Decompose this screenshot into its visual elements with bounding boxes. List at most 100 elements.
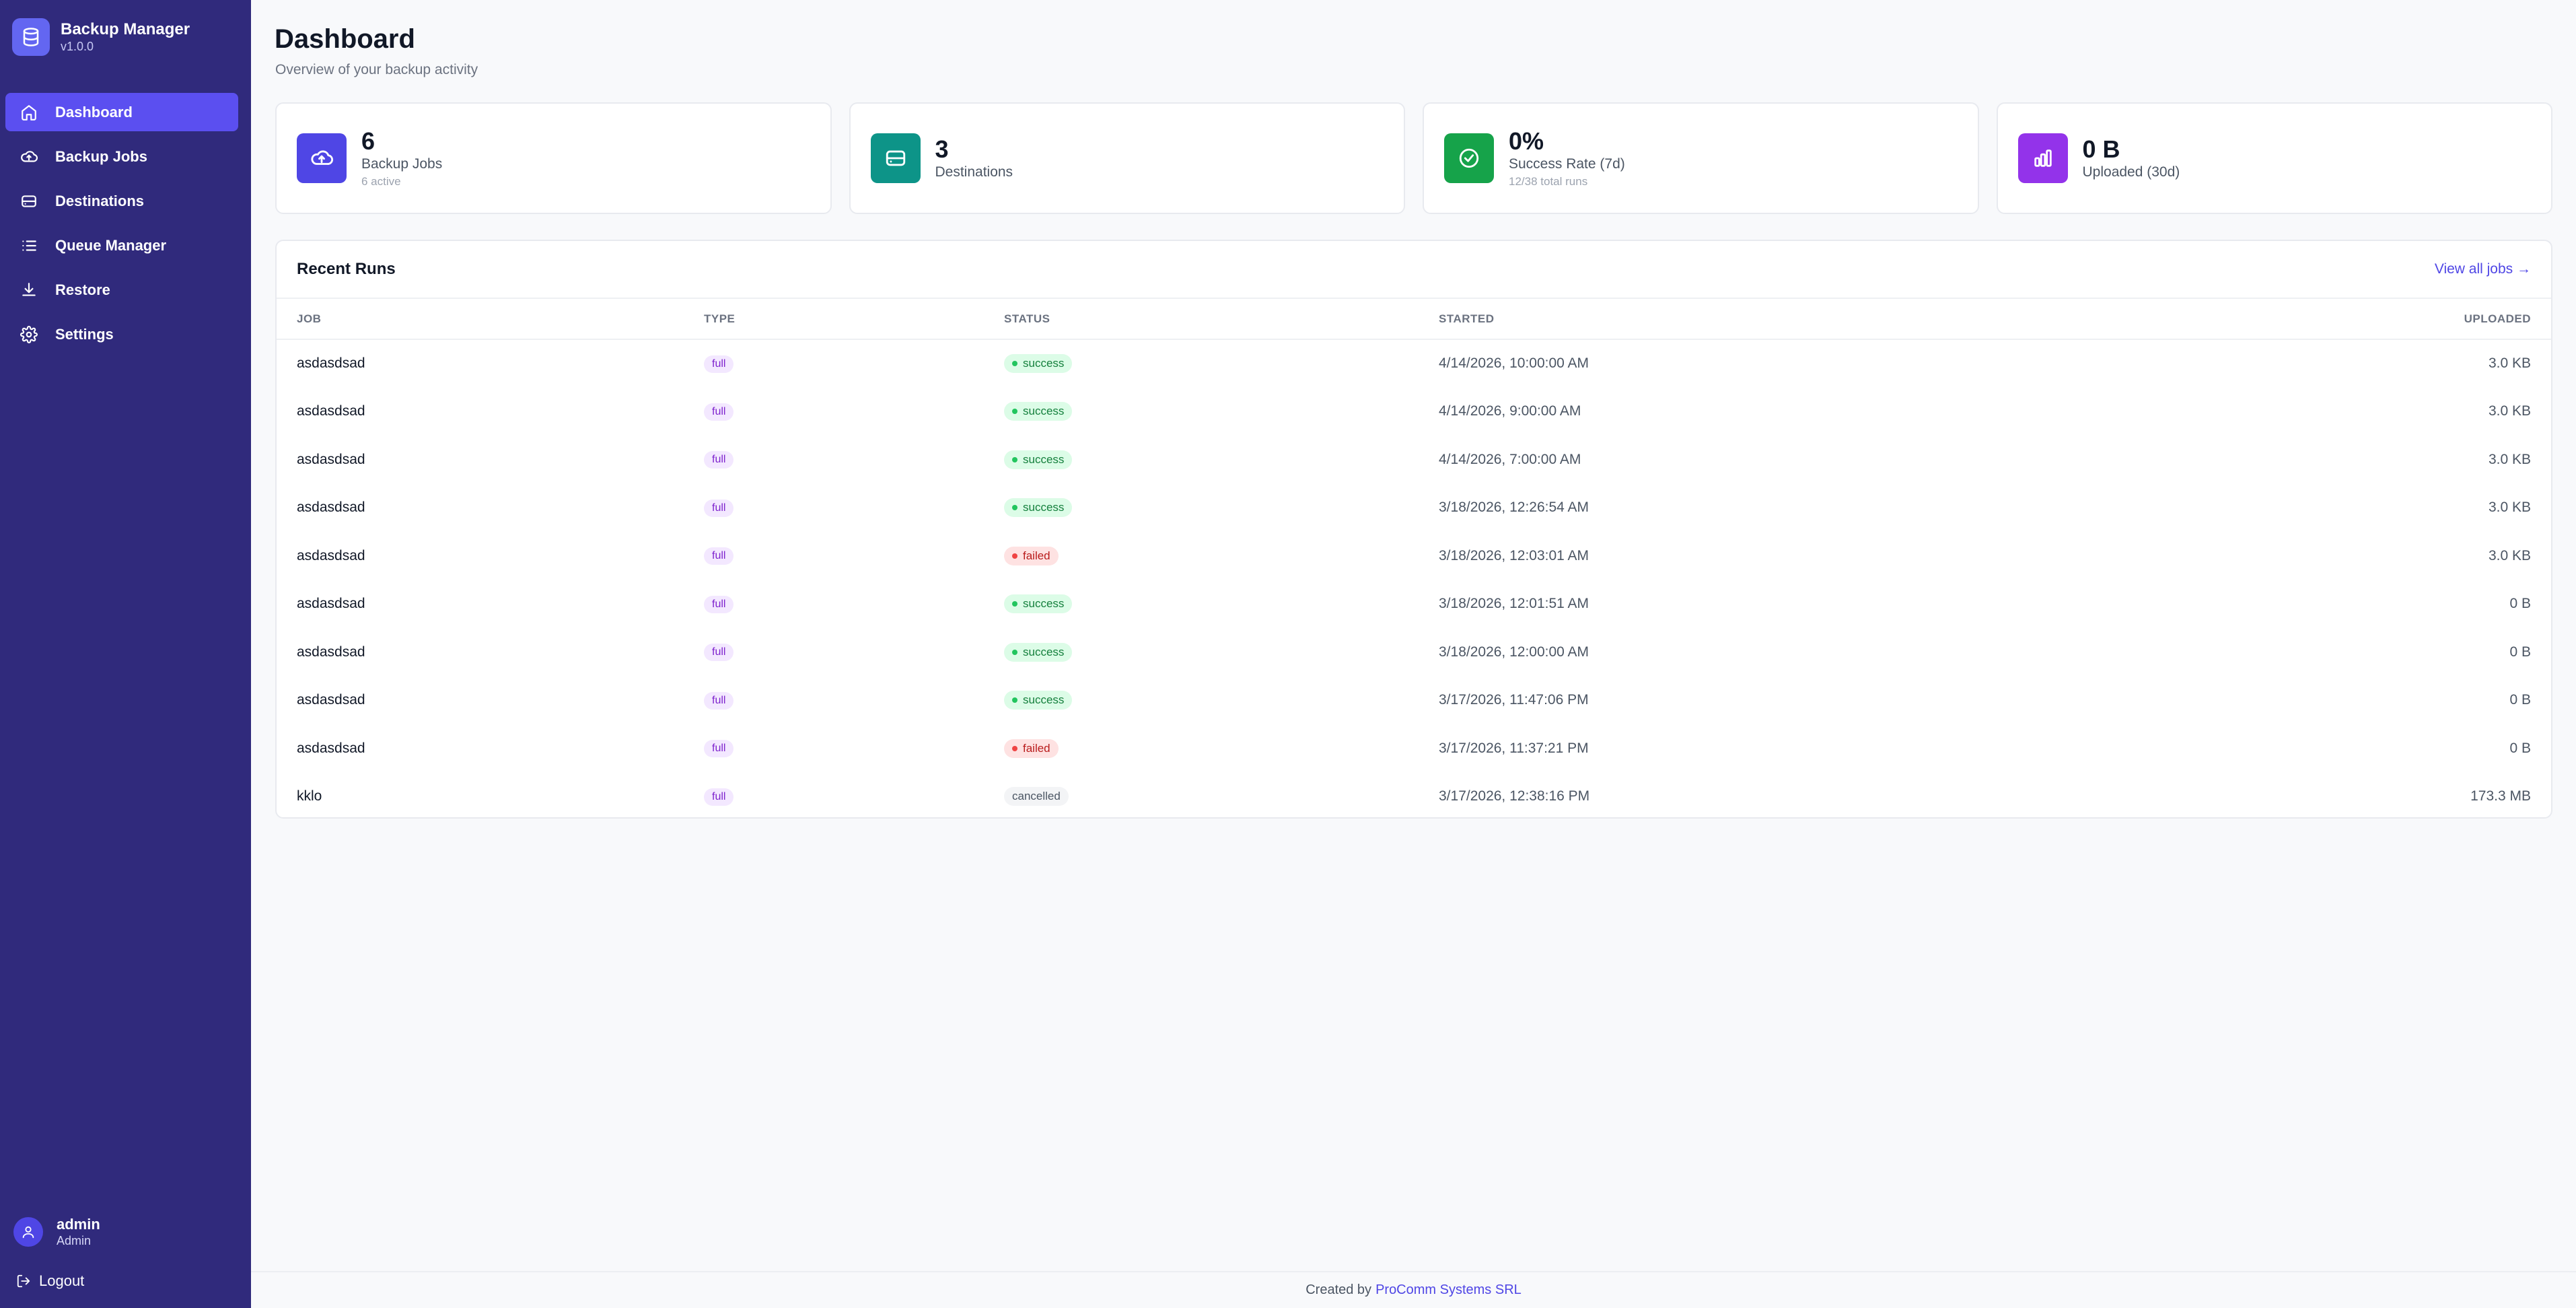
job-name[interactable]: asdasdsad (277, 339, 684, 388)
uploaded-cell: 0 B (2509, 692, 2531, 708)
status-badge: success (1004, 354, 1073, 374)
status-cell: success (984, 580, 1419, 629)
list-icon (19, 236, 39, 256)
user-profile[interactable]: admin Admin (13, 1216, 100, 1248)
recent-runs-table: JOB TYPE STATUS STARTED UPLOADED asdasds… (277, 299, 2551, 821)
database-icon (12, 18, 50, 56)
status-cell: success (984, 484, 1419, 532)
status-label: success (1023, 693, 1065, 707)
started-cell: 3/17/2026, 11:37:21 PM (1439, 740, 1589, 756)
sidebar-item-label: Queue Manager (55, 236, 167, 254)
type-badge: full (704, 355, 734, 373)
job-name[interactable]: asdasdsad (277, 677, 684, 725)
footer: Created by ProComm Systems SRL (251, 1271, 2576, 1308)
type-cell: full (684, 773, 984, 821)
logout-button[interactable]: Logout (16, 1272, 84, 1290)
status-cell: success (984, 436, 1419, 484)
status-dot-icon (1012, 456, 1017, 462)
stat-label: Success Rate (7d) (1509, 156, 1625, 172)
table-row[interactable]: asdasdsad full success 4/14/2026, 7:00:00 A… (277, 436, 2551, 484)
table-row[interactable]: asdasdsad full failed 3/17/2026, 11:37:21 P… (277, 724, 2551, 773)
logout-label: Logout (39, 1272, 85, 1289)
column-header-job[interactable]: JOB (277, 299, 684, 340)
uploaded-cell: 3.0 KB (2488, 355, 2531, 372)
table-row[interactable]: asdasdsad full success 3/18/2026, 12:01:51 … (277, 580, 2551, 629)
job-name[interactable]: kklo (277, 773, 684, 821)
cloud-upload-icon (297, 133, 347, 183)
status-dot-icon (1012, 745, 1017, 751)
column-header-started[interactable]: STARTED (1419, 299, 2145, 340)
type-badge: full (704, 788, 734, 806)
job-name[interactable]: asdasdsad (277, 388, 684, 436)
sidebar-item-queue-manager[interactable]: Queue Manager (5, 226, 238, 265)
status-cell: success (984, 628, 1419, 677)
status-dot-icon (1012, 601, 1017, 607)
type-cell: full (684, 484, 984, 532)
stat-value: 6 (361, 127, 375, 155)
stat-label: Destinations (935, 164, 1013, 180)
job-name[interactable]: asdasdsad (277, 724, 684, 773)
type-badge: full (704, 451, 734, 469)
type-cell: full (684, 339, 984, 388)
job-name[interactable]: asdasdsad (277, 484, 684, 532)
status-cell: cancelled (984, 773, 1419, 821)
job-name[interactable]: asdasdsad (277, 580, 684, 629)
status-cell: success (984, 388, 1419, 436)
table-row[interactable]: asdasdsad full success 4/14/2026, 10:00:00 … (277, 339, 2551, 388)
table-row[interactable]: asdasdsad full success 4/14/2026, 9:00:00 A… (277, 388, 2551, 436)
brand[interactable]: Backup Manager v1.0.0 (12, 18, 190, 56)
uploaded-cell: 3.0 KB (2488, 500, 2531, 516)
table-row[interactable]: asdasdsad full success 3/18/2026, 12:26:54 … (277, 484, 2551, 532)
status-label: success (1023, 645, 1065, 658)
gear-icon (19, 324, 39, 345)
stat-card-success-rate: 0% Success Rate (7d) 12/38 total runs (1423, 102, 1979, 214)
stat-card-backup-jobs: 6 Backup Jobs 6 active (275, 102, 832, 214)
page-title: Dashboard (275, 24, 415, 54)
type-badge: full (704, 403, 734, 421)
status-label: failed (1023, 741, 1050, 755)
column-header-status[interactable]: STATUS (984, 299, 1419, 340)
stat-value: 3 (935, 135, 949, 163)
table-row[interactable]: kklo full cancelled 3/17/2026, 12:38:16 PM 1… (277, 773, 2551, 821)
stat-sub: 6 active (361, 175, 401, 188)
status-label: success (1023, 357, 1065, 370)
started-cell: 3/18/2026, 12:00:00 AM (1439, 644, 1589, 660)
cloud-upload-icon (19, 147, 39, 167)
view-all-jobs-link[interactable]: View all jobs → (2435, 261, 2531, 277)
status-label: failed (1023, 549, 1050, 562)
stat-label: Backup Jobs (361, 156, 443, 172)
sidebar-item-label: Restore (55, 281, 110, 298)
type-badge: full (704, 595, 734, 613)
job-name[interactable]: asdasdsad (277, 628, 684, 677)
status-label: success (1023, 452, 1065, 466)
sidebar-item-dashboard[interactable]: Dashboard (5, 93, 238, 131)
type-cell: full (684, 388, 984, 436)
uploaded-cell: 0 B (2509, 740, 2531, 756)
started-cell: 3/17/2026, 11:47:06 PM (1439, 692, 1589, 708)
stat-value: 0% (1509, 127, 1544, 155)
sidebar-item-destinations[interactable]: Destinations (5, 182, 238, 220)
panel-title: Recent Runs (297, 260, 396, 278)
sidebar-item-backup-jobs[interactable]: Backup Jobs (5, 137, 238, 176)
column-header-uploaded[interactable]: UPLOADED (2144, 299, 2551, 340)
table-row[interactable]: asdasdsad full failed 3/18/2026, 12:03:01 A… (277, 532, 2551, 580)
table-row[interactable]: asdasdsad full success 3/17/2026, 11:47:06 … (277, 677, 2551, 725)
download-icon (19, 280, 39, 300)
status-label: success (1023, 405, 1065, 418)
status-dot-icon (1012, 409, 1017, 415)
table-row[interactable]: asdasdsad full success 3/18/2026, 12:00:00 … (277, 628, 2551, 677)
column-header-type[interactable]: TYPE (684, 299, 984, 340)
footer-link[interactable]: ProComm Systems SRL (1375, 1282, 1522, 1298)
uploaded-cell: 173.3 MB (2470, 788, 2531, 804)
footer-text: Created by (1305, 1282, 1372, 1297)
sidebar-item-label: Destinations (55, 192, 145, 209)
stat-sub: 12/38 total runs (1509, 175, 1588, 188)
started-cell: 3/17/2026, 12:38:16 PM (1439, 788, 1590, 804)
job-name[interactable]: asdasdsad (277, 436, 684, 484)
sidebar-item-settings[interactable]: Settings (5, 315, 238, 353)
sidebar-item-label: Settings (55, 325, 114, 343)
bar-chart-icon (2017, 133, 2068, 183)
sidebar-item-restore[interactable]: Restore (5, 271, 238, 309)
job-name[interactable]: asdasdsad (277, 532, 684, 580)
started-cell: 3/18/2026, 12:01:51 AM (1439, 596, 1589, 612)
